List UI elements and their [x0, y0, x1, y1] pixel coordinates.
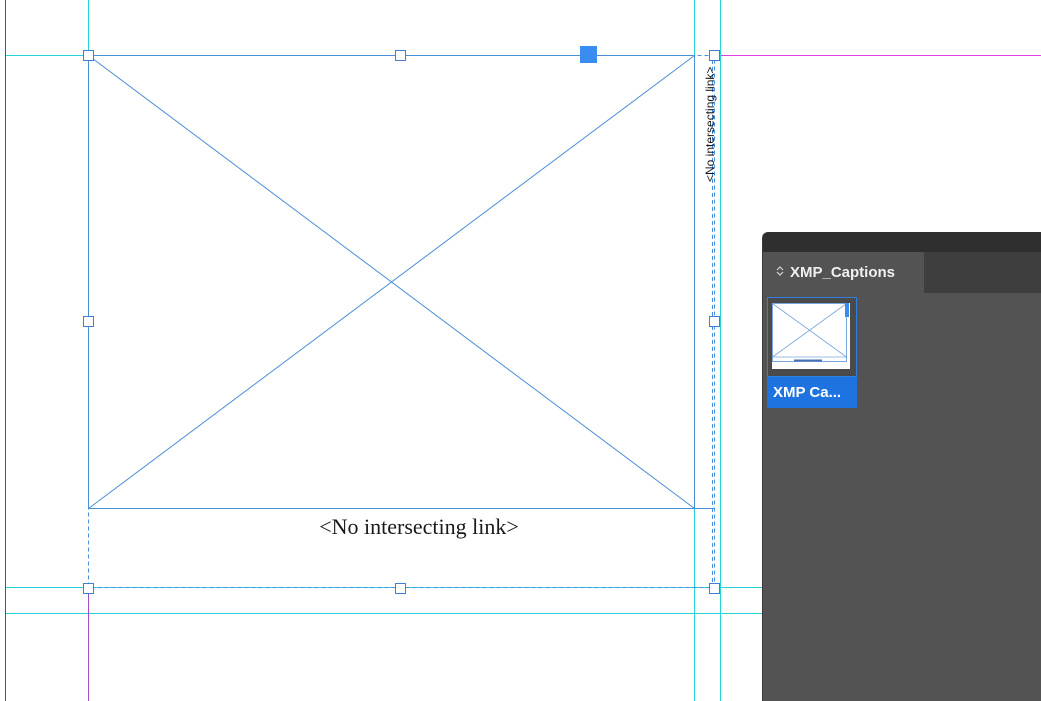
tab-label: XMP_Captions [790, 264, 896, 281]
resize-handle-top-center[interactable] [395, 50, 406, 61]
resize-handle-middle-right[interactable] [709, 316, 720, 327]
caption-text-frame[interactable]: <No intersecting link> [180, 514, 658, 540]
group-selection-box[interactable] [88, 55, 715, 588]
library-item[interactable]: XMP Ca... [767, 297, 857, 408]
panel-titlebar[interactable] [763, 232, 1041, 252]
resize-handle-middle-left[interactable] [83, 316, 94, 327]
panel-tabstrip: XMP_Captions [763, 252, 1041, 293]
placeholder-frame-icon [772, 303, 850, 369]
tab-xmp-captions[interactable]: XMP_Captions [763, 252, 924, 293]
resize-handle-bottom-right[interactable] [709, 583, 720, 594]
resize-handle-top-left[interactable] [83, 50, 94, 61]
xmp-captions-panel: XMP_Captions XMP Ca... [763, 232, 1041, 701]
panel-content: XMP Ca... [763, 293, 1041, 701]
reference-point-handle[interactable] [580, 46, 597, 63]
collapse-arrows-icon[interactable] [776, 265, 784, 280]
resize-handle-bottom-center[interactable] [395, 583, 406, 594]
item-label: XMP Ca... [767, 377, 857, 408]
vertical-caption-text[interactable]: <No intersecting link> [703, 56, 717, 182]
resize-handle-bottom-left[interactable] [83, 583, 94, 594]
item-thumbnail-frame[interactable] [767, 297, 857, 377]
